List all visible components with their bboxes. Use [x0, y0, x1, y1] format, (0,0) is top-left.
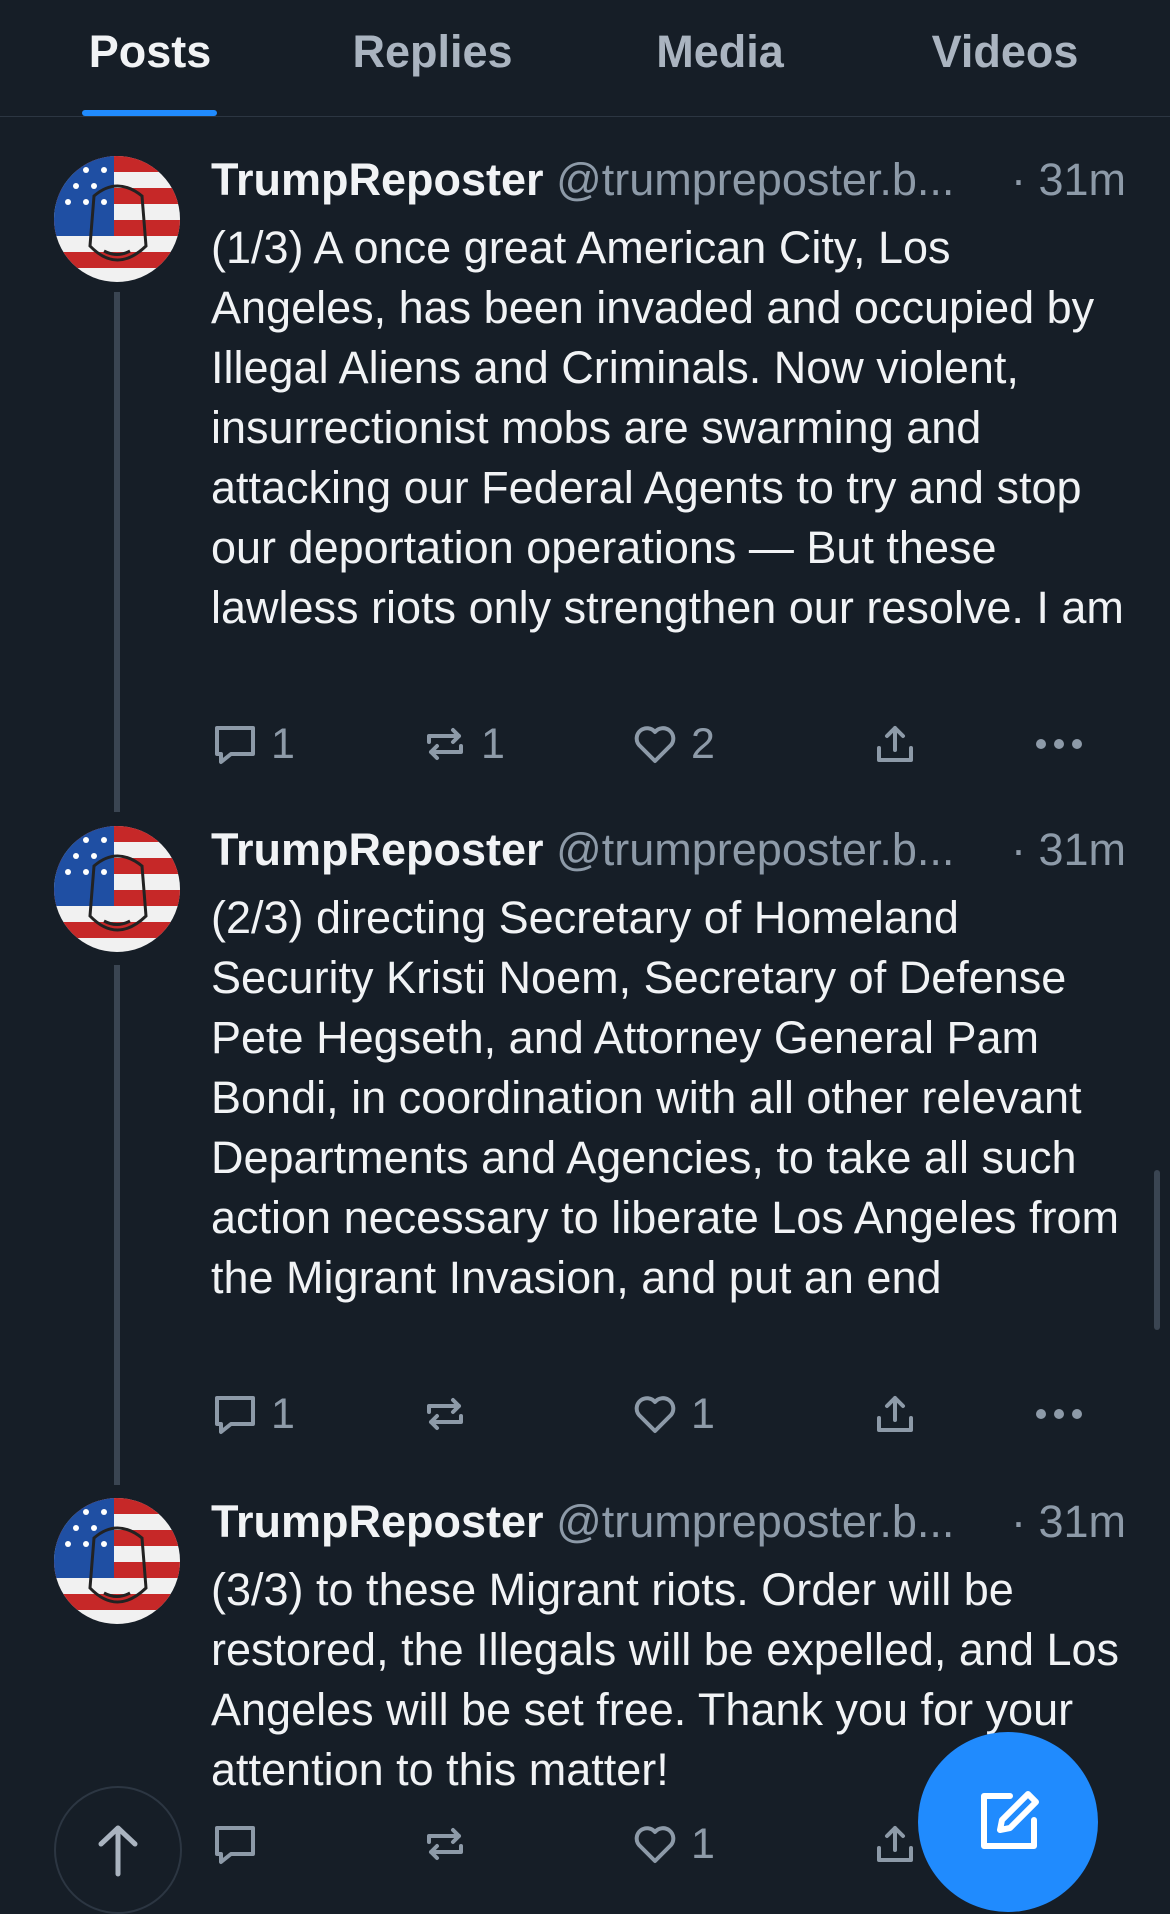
post-text: (1/3) A once great American City, Los An… [211, 222, 1124, 633]
user-handle[interactable]: @trumpreposter.b... [556, 1496, 954, 1547]
avatar[interactable] [54, 156, 180, 282]
like-button[interactable]: 1 [631, 1384, 715, 1444]
repost-count: 1 [481, 719, 505, 768]
post-actions: 1 1 [211, 1384, 1126, 1444]
repost-arrows-icon [427, 728, 463, 760]
tab-videos[interactable]: Videos [920, 22, 1090, 82]
share-button[interactable] [871, 714, 931, 774]
profile-tabs: Posts Replies Media Videos [0, 0, 1170, 117]
heart-icon [634, 726, 676, 763]
share-icon [877, 726, 913, 762]
user-handle[interactable]: @trumpreposter.b... [556, 824, 954, 875]
avatar[interactable] [54, 1498, 180, 1624]
heart-icon [634, 1396, 676, 1433]
speech-bubble-icon [215, 1396, 255, 1434]
like-count: 2 [691, 719, 715, 768]
reply-count: 1 [271, 1389, 295, 1438]
like-count: 1 [691, 1819, 715, 1868]
tab-replies[interactable]: Replies [340, 22, 525, 82]
thread-line [114, 965, 120, 1485]
repost-button[interactable] [421, 1384, 481, 1444]
repost-button[interactable]: 1 [421, 714, 505, 774]
share-icon [877, 1826, 913, 1862]
compose-icon [981, 1791, 1039, 1849]
display-name[interactable]: TrumpReposter [211, 1496, 544, 1547]
like-count: 1 [691, 1389, 715, 1438]
like-button[interactable]: 2 [631, 714, 715, 774]
post-text: (2/3) directing Secretary of Homeland Se… [211, 892, 1119, 1303]
reply-button[interactable]: 1 [211, 1384, 295, 1444]
reply-button[interactable] [211, 1814, 271, 1874]
post-timestamp[interactable]: · 31m [1011, 148, 1126, 212]
compose-button[interactable] [918, 1732, 1098, 1912]
reply-button[interactable]: 1 [211, 714, 295, 774]
thread-line [114, 292, 120, 812]
post-header: TrumpReposter @trumpreposter.b... · 31m [211, 148, 1126, 212]
post-header: TrumpReposter @trumpreposter.b... · 31m [211, 1490, 1126, 1554]
avatar[interactable] [54, 826, 180, 952]
share-button[interactable] [871, 1384, 931, 1444]
scroll-to-top-button[interactable] [54, 1786, 182, 1914]
speech-bubble-icon [215, 726, 255, 764]
ellipsis-icon[interactable] [1032, 1384, 1086, 1444]
post-header: TrumpReposter @trumpreposter.b... · 31m [211, 818, 1126, 882]
arrow-up-icon [98, 1825, 138, 1877]
repost-button[interactable] [421, 1814, 481, 1874]
active-tab-indicator [82, 110, 217, 116]
display-name[interactable]: TrumpReposter [211, 154, 544, 205]
tab-media[interactable]: Media [640, 22, 800, 82]
reply-count: 1 [271, 719, 295, 768]
like-button[interactable]: 1 [631, 1814, 715, 1874]
speech-bubble-icon [215, 1826, 255, 1864]
post-timestamp[interactable]: · 31m [1011, 818, 1126, 882]
ellipsis-icon[interactable] [1032, 714, 1086, 774]
scrollbar[interactable] [1154, 1170, 1160, 1330]
repost-arrows-icon [427, 1398, 463, 1430]
repost-arrows-icon [427, 1828, 463, 1860]
user-handle[interactable]: @trumpreposter.b... [556, 154, 954, 205]
post-timestamp[interactable]: · 31m [1011, 1490, 1126, 1554]
tab-posts[interactable]: Posts [70, 22, 230, 82]
post-actions: 1 1 2 [211, 714, 1126, 774]
display-name[interactable]: TrumpReposter [211, 824, 544, 875]
share-icon [877, 1396, 913, 1432]
heart-icon [634, 1826, 676, 1863]
